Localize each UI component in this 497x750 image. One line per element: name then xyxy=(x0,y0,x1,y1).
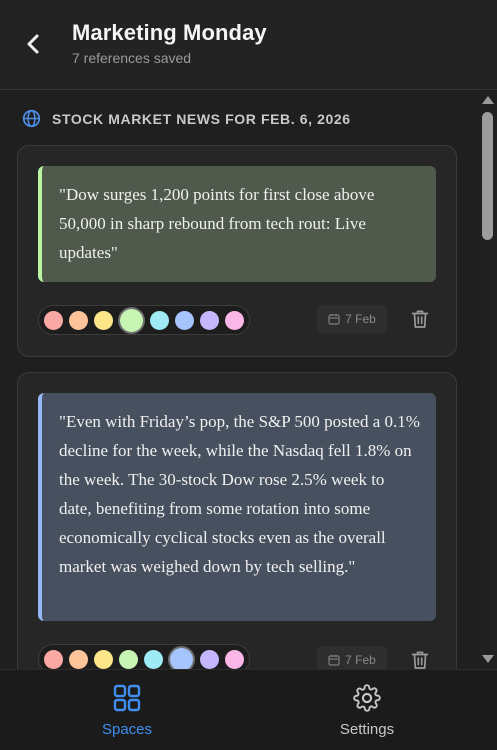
nav-spaces[interactable]: Spaces xyxy=(67,684,187,738)
scroll-up-arrow[interactable] xyxy=(482,96,494,104)
reference-card: "Dow surges 1,200 points for first close… xyxy=(17,145,457,357)
quote-block[interactable]: "Dow surges 1,200 points for first close… xyxy=(38,166,436,282)
color-swatch-red[interactable] xyxy=(44,649,63,669)
color-picker xyxy=(38,644,250,669)
color-swatch-pink[interactable] xyxy=(225,310,244,330)
trash-icon xyxy=(411,310,429,328)
color-swatch-blue[interactable] xyxy=(175,310,194,330)
quote-block[interactable]: "Even with Friday’s pop, the S&P 500 pos… xyxy=(38,393,436,621)
color-swatch-orange[interactable] xyxy=(69,649,88,669)
scrollbar-thumb[interactable] xyxy=(482,112,493,240)
calendar-icon xyxy=(328,313,340,325)
bottom-navigation: Spaces Settings xyxy=(0,669,497,750)
delete-button[interactable] xyxy=(407,306,433,332)
calendar-icon xyxy=(328,654,340,666)
gear-icon xyxy=(353,684,381,712)
color-swatch-cyan[interactable] xyxy=(150,310,169,330)
color-swatch-blue[interactable] xyxy=(170,647,193,669)
scroll-down-arrow[interactable] xyxy=(482,655,494,663)
trash-icon xyxy=(411,651,429,669)
color-picker xyxy=(38,305,250,335)
color-swatch-purple[interactable] xyxy=(200,310,219,330)
delete-button[interactable] xyxy=(407,647,433,669)
date-badge: 7 Feb xyxy=(317,305,387,333)
back-button[interactable] xyxy=(18,28,48,60)
page-title: Marketing Monday xyxy=(72,20,267,45)
references-count: 7 references saved xyxy=(72,50,192,66)
section-header: STOCK MARKET NEWS FOR FEB. 6, 2026 xyxy=(22,109,351,128)
reference-card: "Even with Friday’s pop, the S&P 500 pos… xyxy=(17,372,457,669)
globe-icon xyxy=(22,109,41,128)
date-label: 7 Feb xyxy=(345,312,376,326)
section-title: STOCK MARKET NEWS FOR FEB. 6, 2026 xyxy=(52,110,351,127)
nav-spaces-label: Spaces xyxy=(101,721,153,738)
chevron-left-icon xyxy=(27,34,39,54)
grid-icon xyxy=(113,684,141,712)
scrollbar[interactable] xyxy=(478,91,497,669)
color-swatch-red[interactable] xyxy=(44,310,63,330)
references-list[interactable]: STOCK MARKET NEWS FOR FEB. 6, 2026 "Dow … xyxy=(0,91,478,669)
app-header: Marketing Monday 7 references saved xyxy=(0,0,497,90)
color-swatch-green[interactable] xyxy=(119,649,138,669)
date-label: 7 Feb xyxy=(345,653,376,667)
color-swatch-cyan[interactable] xyxy=(144,649,163,669)
color-swatch-pink[interactable] xyxy=(225,649,244,669)
nav-settings[interactable]: Settings xyxy=(307,684,427,738)
color-swatch-yellow[interactable] xyxy=(94,310,113,330)
nav-settings-label: Settings xyxy=(339,721,395,738)
color-swatch-green[interactable] xyxy=(120,308,143,332)
color-swatch-purple[interactable] xyxy=(200,649,219,669)
color-swatch-orange[interactable] xyxy=(69,310,88,330)
color-swatch-yellow[interactable] xyxy=(94,649,113,669)
date-badge: 7 Feb xyxy=(317,646,387,669)
